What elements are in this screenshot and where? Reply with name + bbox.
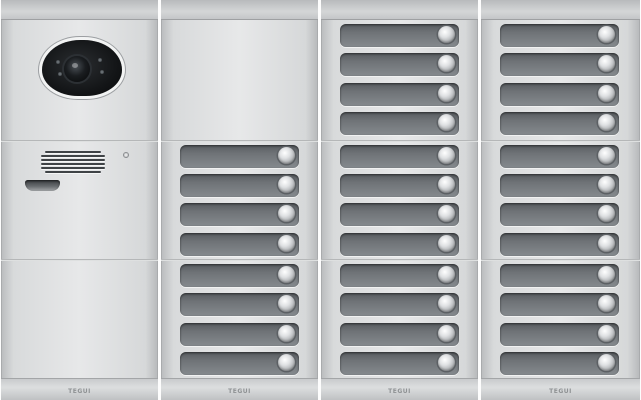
status-light-icon (124, 153, 128, 157)
call-button-12[interactable] (500, 352, 619, 375)
call-button-2[interactable] (180, 174, 299, 197)
push-button-icon[interactable] (598, 55, 615, 72)
module-divider (481, 259, 640, 261)
brand-logo-text: TEGUI (68, 388, 91, 395)
call-button-6[interactable] (500, 174, 619, 197)
brand-logo-text: TEGUI (388, 388, 411, 395)
call-button-3[interactable] (180, 203, 299, 226)
module-bottom-cap: TEGUI (1, 378, 158, 400)
module-divider (1, 140, 158, 142)
push-button-icon[interactable] (438, 205, 455, 222)
brand-logo-text: TEGUI (228, 388, 251, 395)
push-button-icon[interactable] (598, 235, 615, 252)
push-button-module-3: TEGUI (321, 0, 478, 400)
module-divider (161, 140, 318, 142)
video-intercom-panel: TEGUI TEGUI TEGUI TEGUI (0, 0, 641, 400)
call-button-1[interactable] (180, 145, 299, 168)
camera-ir-led (56, 60, 60, 64)
module-divider (1, 259, 158, 261)
call-button-8[interactable] (180, 352, 299, 375)
module-bottom-cap: TEGUI (481, 378, 640, 400)
module-top-cap (161, 0, 318, 20)
push-button-icon[interactable] (438, 26, 455, 43)
call-button-10[interactable] (500, 293, 619, 316)
camera-ir-led (58, 72, 62, 76)
push-button-icon[interactable] (278, 176, 295, 193)
module-top-cap (321, 0, 478, 20)
call-button-9[interactable] (500, 264, 619, 287)
module-top-cap (481, 0, 640, 20)
call-button-4[interactable] (340, 112, 459, 135)
push-button-icon[interactable] (438, 325, 455, 342)
push-button-icon[interactable] (598, 354, 615, 371)
push-button-module-2: TEGUI (161, 0, 318, 400)
push-button-icon[interactable] (598, 85, 615, 102)
call-button-4[interactable] (500, 112, 619, 135)
call-button-6[interactable] (340, 174, 459, 197)
module-divider (321, 259, 478, 261)
camera-ir-led (100, 70, 104, 74)
push-button-icon[interactable] (438, 114, 455, 131)
call-button-3[interactable] (500, 83, 619, 106)
call-button-7[interactable] (340, 203, 459, 226)
microphone-slot (25, 180, 60, 191)
call-button-6[interactable] (180, 293, 299, 316)
push-button-icon[interactable] (278, 325, 295, 342)
push-button-icon[interactable] (438, 147, 455, 164)
push-button-icon[interactable] (278, 235, 295, 252)
push-button-icon[interactable] (438, 354, 455, 371)
call-button-1[interactable] (340, 24, 459, 47)
push-button-icon[interactable] (438, 55, 455, 72)
call-button-8[interactable] (340, 233, 459, 256)
call-button-10[interactable] (340, 293, 459, 316)
module-divider (481, 140, 640, 142)
module-bottom-cap: TEGUI (321, 378, 478, 400)
call-button-9[interactable] (340, 264, 459, 287)
camera-lens (64, 56, 90, 82)
call-button-3[interactable] (340, 83, 459, 106)
call-button-2[interactable] (340, 53, 459, 76)
module-top-cap (1, 0, 158, 20)
push-button-icon[interactable] (438, 85, 455, 102)
push-button-icon[interactable] (278, 147, 295, 164)
push-button-icon[interactable] (278, 354, 295, 371)
call-button-4[interactable] (180, 233, 299, 256)
call-button-5[interactable] (180, 264, 299, 287)
push-button-icon[interactable] (438, 176, 455, 193)
camera-ir-led (98, 58, 102, 62)
module-bottom-cap: TEGUI (161, 378, 318, 400)
call-button-2[interactable] (500, 53, 619, 76)
call-button-5[interactable] (500, 145, 619, 168)
call-button-11[interactable] (500, 323, 619, 346)
push-button-icon[interactable] (598, 325, 615, 342)
push-button-icon[interactable] (598, 114, 615, 131)
push-button-module-4: TEGUI (481, 0, 640, 400)
call-button-1[interactable] (500, 24, 619, 47)
camera-speaker-module: TEGUI (1, 0, 158, 400)
call-button-8[interactable] (500, 233, 619, 256)
call-button-7[interactable] (180, 323, 299, 346)
push-button-icon[interactable] (438, 235, 455, 252)
push-button-icon[interactable] (598, 295, 615, 312)
push-button-icon[interactable] (278, 295, 295, 312)
camera-icon (42, 40, 122, 96)
push-button-icon[interactable] (598, 176, 615, 193)
call-button-5[interactable] (340, 145, 459, 168)
push-button-icon[interactable] (278, 205, 295, 222)
push-button-icon[interactable] (438, 295, 455, 312)
call-button-11[interactable] (340, 323, 459, 346)
push-button-icon[interactable] (278, 266, 295, 283)
push-button-icon[interactable] (598, 205, 615, 222)
push-button-icon[interactable] (598, 26, 615, 43)
call-button-7[interactable] (500, 203, 619, 226)
module-divider (161, 259, 318, 261)
module-divider (321, 140, 478, 142)
push-button-icon[interactable] (438, 266, 455, 283)
push-button-icon[interactable] (598, 266, 615, 283)
push-button-icon[interactable] (598, 147, 615, 164)
brand-logo-text: TEGUI (549, 388, 572, 395)
call-button-12[interactable] (340, 352, 459, 375)
